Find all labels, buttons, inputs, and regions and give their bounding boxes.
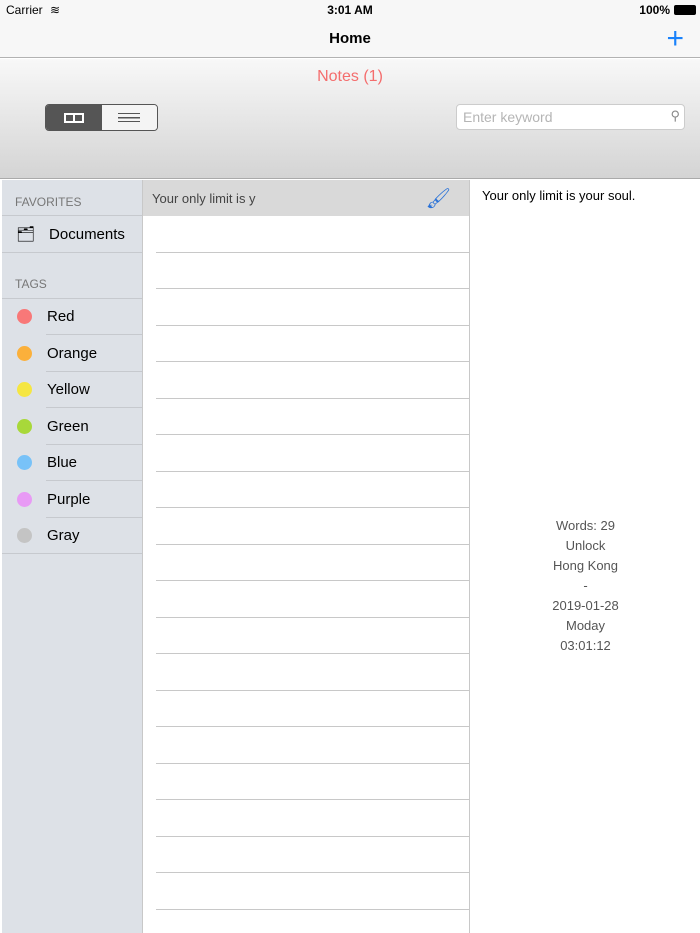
empty-row — [156, 873, 469, 910]
empty-row — [156, 216, 469, 253]
note-detail: Your only limit is your soul. Words: 29 … — [471, 180, 700, 933]
empty-row — [156, 508, 469, 545]
empty-row — [156, 253, 469, 289]
purple-dot-icon — [17, 491, 32, 507]
toolbar: Notes (1) Enter keyword ⚲ — [0, 59, 700, 179]
separator: - — [583, 578, 588, 593]
tag-label: Purple — [47, 490, 91, 508]
notes-count-title: Notes (1) — [317, 68, 383, 85]
list-view-button[interactable] — [101, 105, 157, 130]
tag-yellow[interactable]: Yellow — [2, 372, 142, 409]
sidebar-item-label: Documents — [49, 225, 125, 243]
add-note-button[interactable]: + — [666, 22, 684, 56]
status-bar: Carrier ≋ 3:01 AM 100% — [0, 0, 700, 20]
lock-status[interactable]: Unlock — [471, 536, 700, 556]
tag-green[interactable]: Green — [2, 408, 142, 445]
note-list-item[interactable]: Your only limit is y 🖌 — [143, 180, 469, 216]
empty-row — [156, 691, 469, 727]
word-count: Words: 29 — [555, 518, 615, 533]
clock: 3:01 AM — [327, 3, 373, 17]
search-placeholder: Enter keyword — [463, 109, 553, 125]
favorites-header: FAVORITES — [2, 180, 142, 216]
empty-row — [156, 654, 469, 691]
empty-row — [156, 727, 469, 764]
page-title: Home — [329, 30, 371, 47]
gray-dot-icon — [17, 528, 32, 544]
search-icon: ⚲ — [670, 108, 680, 123]
date: 2019-01-28 — [552, 598, 619, 613]
battery-percent: 100% — [639, 3, 670, 17]
yellow-dot-icon — [17, 382, 32, 398]
empty-row — [156, 289, 469, 326]
note-content[interactable]: Your only limit is your soul. — [471, 180, 700, 211]
orange-dot-icon — [17, 345, 32, 361]
tag-orange[interactable]: Orange — [2, 335, 142, 372]
tag-label: Green — [47, 417, 89, 435]
empty-row — [156, 800, 469, 837]
weekday: Moday — [565, 618, 606, 633]
split-view-button[interactable] — [46, 105, 102, 130]
blue-dot-icon — [17, 455, 32, 471]
time: 03:01:12 — [560, 638, 611, 653]
tag-label: Red — [47, 308, 75, 326]
note-metadata: Words: 29 Unlock Hong Kong - 2019-01-28 … — [471, 516, 700, 656]
empty-row — [156, 764, 469, 800]
tag-red[interactable]: Red — [2, 299, 142, 336]
tag-gray[interactable]: Gray — [2, 518, 142, 555]
tag-blue[interactable]: Blue — [2, 445, 142, 482]
sidebar-item-documents[interactable]: 🗂 Documents — [2, 216, 142, 253]
empty-row — [156, 581, 469, 618]
empty-row — [156, 399, 469, 435]
notes-list: Your only limit is y 🖌 — [143, 180, 470, 933]
green-dot-icon — [17, 418, 32, 434]
tags-header: TAGS — [2, 253, 142, 299]
empty-row — [156, 362, 469, 399]
view-mode-segmented-control — [45, 104, 158, 131]
empty-row — [156, 472, 469, 508]
empty-row — [156, 618, 469, 654]
navigation-bar: Home + — [0, 20, 700, 58]
empty-row — [156, 545, 469, 581]
tag-label: Gray — [47, 527, 80, 545]
paintbrush-icon: 🖌 — [425, 188, 451, 210]
sidebar: FAVORITES 🗂 Documents TAGS Red Orange Yel… — [2, 180, 143, 933]
tag-label: Blue — [47, 454, 78, 472]
split-view-icon — [63, 112, 84, 123]
location: Hong Kong — [552, 558, 619, 573]
red-dot-icon — [17, 309, 32, 325]
empty-row — [156, 435, 469, 472]
empty-row — [156, 837, 469, 873]
documents-icon: 🗂 — [16, 226, 36, 244]
empty-row — [156, 326, 469, 362]
tag-purple[interactable]: Purple — [2, 481, 142, 518]
search-input[interactable]: Enter keyword ⚲ — [456, 104, 685, 130]
list-view-icon — [118, 113, 141, 122]
tag-label: Orange — [47, 344, 98, 362]
tag-label: Yellow — [47, 381, 90, 399]
battery-icon — [674, 5, 696, 15]
note-preview: Your only limit is y — [152, 191, 256, 206]
